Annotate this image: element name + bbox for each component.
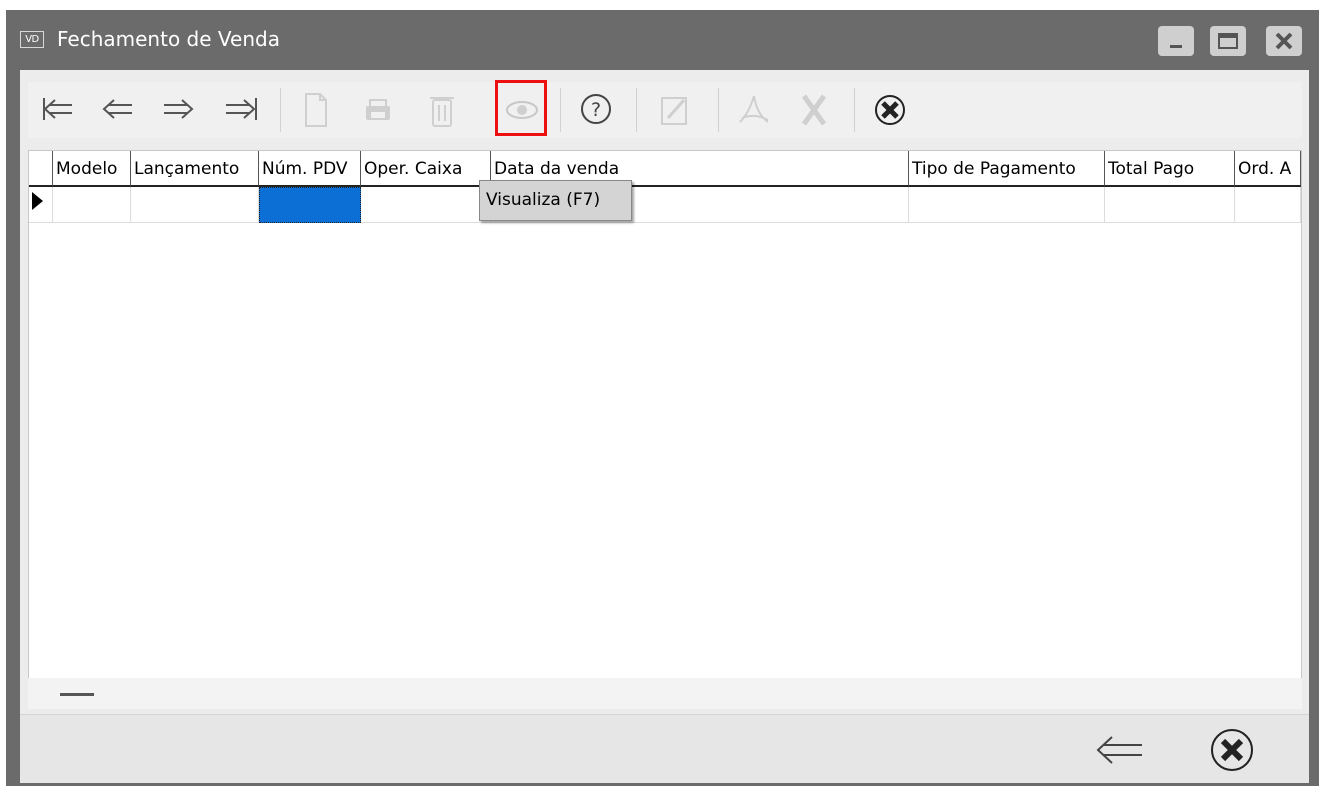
minimize-icon [1170,45,1182,48]
column-header[interactable]: Modelo [53,151,131,187]
maximize-button[interactable] [1210,26,1246,56]
pdf-icon [739,95,769,123]
excel-icon [801,94,827,126]
table-cell[interactable] [131,187,259,223]
column-header[interactable]: Total Pago [1105,151,1235,187]
toolbar-separator [560,88,561,132]
maximize-icon [1218,33,1238,49]
edit-icon [661,97,687,125]
last-record-icon [226,98,257,120]
close-window-button[interactable] [1266,26,1302,56]
horizontal-scrollbar[interactable] [28,678,1302,709]
close-icon [875,95,905,125]
column-header[interactable]: Núm. PDV [259,151,361,187]
toolbar-separator [854,88,855,132]
scrollbar-thumb[interactable] [60,693,94,696]
table-cell[interactable] [53,187,131,223]
close-button[interactable] [870,88,910,132]
edit-button[interactable] [654,88,694,132]
row-indicator-header [29,151,53,187]
column-header[interactable]: Lançamento [131,151,259,187]
title-bar[interactable]: VD Fechamento de Venda [6,10,1319,70]
selected-table-cell[interactable] [259,187,361,223]
next-record-icon [164,99,194,119]
column-header[interactable]: Ord. A [1235,151,1301,187]
toolbar: ? [28,80,1302,138]
previous-record-button[interactable] [100,88,140,132]
toolbar-separator [718,88,719,132]
close-button[interactable] [1204,725,1260,775]
svg-text:?: ? [591,99,601,121]
table-cell[interactable] [1105,187,1235,223]
row-indicator-cell [29,187,53,223]
highlight-box [495,80,547,136]
delete-button[interactable] [422,88,462,132]
first-record-icon [43,98,72,120]
trash-icon [430,97,454,127]
window-title: Fechamento de Venda [57,27,280,51]
column-header[interactable]: Oper. Caixa [361,151,491,187]
tooltip: Visualiza (F7) [479,180,632,221]
app-icon: VD [20,31,44,48]
close-icon [1275,32,1293,50]
previous-record-icon [102,99,132,119]
help-icon: ? [581,94,611,124]
excel-button[interactable] [794,88,834,132]
app-window: VD Fechamento de Venda ? Modelo Lançamen… [6,10,1319,786]
back-arrow-icon [1096,736,1142,764]
help-button[interactable]: ? [576,88,616,132]
print-icon [366,99,390,120]
next-record-button[interactable] [162,88,202,132]
table-cell[interactable] [361,187,491,223]
column-header[interactable]: Tipo de Pagamento [909,151,1105,187]
minimize-button[interactable] [1158,26,1194,56]
table-cell[interactable] [909,187,1105,223]
data-grid[interactable]: Modelo Lançamento Núm. PDV Oper. Caixa D… [28,150,1302,709]
print-button[interactable] [358,88,398,132]
table-cell[interactable] [1235,187,1301,223]
bottom-panel [20,714,1309,783]
new-document-icon [305,93,327,127]
toolbar-separator [280,88,281,132]
new-button[interactable] [296,88,336,132]
back-button[interactable] [1092,725,1148,775]
client-area: ? Modelo Lançamento Núm. PDV Oper. Caixa… [20,70,1309,783]
first-record-button[interactable] [40,88,80,132]
toolbar-separator [636,88,637,132]
pdf-button[interactable] [734,88,774,132]
close-icon [1211,729,1253,771]
last-record-button[interactable] [224,88,264,132]
